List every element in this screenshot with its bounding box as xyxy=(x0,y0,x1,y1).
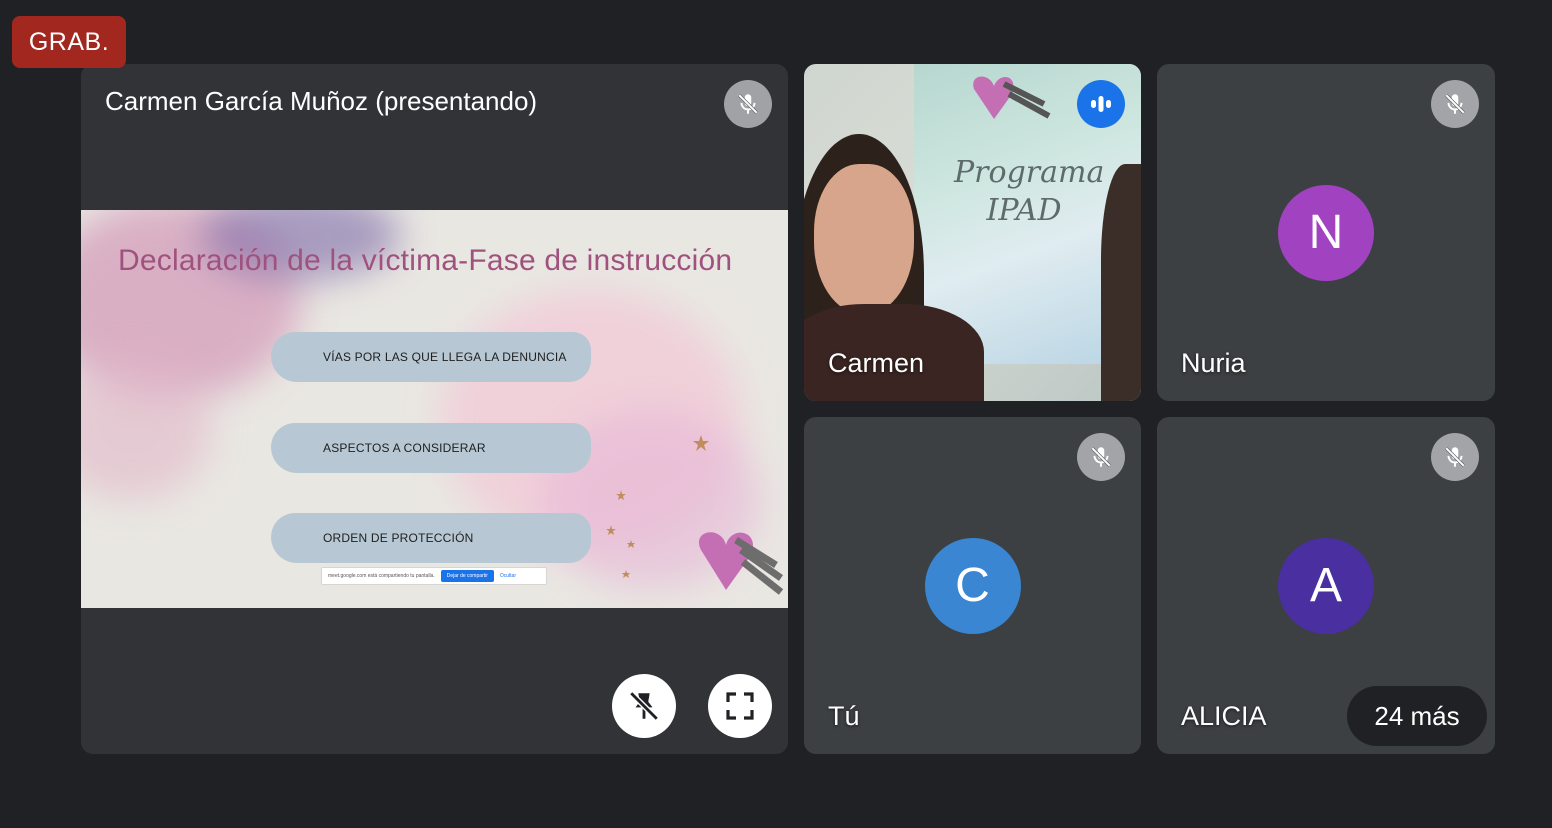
slide-title: Declaración de la víctima-Fase de instru… xyxy=(118,244,733,277)
share-message: meet.google.com está compartiendo tu pan… xyxy=(328,573,435,579)
avatar: C xyxy=(924,537,1021,634)
participant-tile-nuria[interactable]: N Nuria xyxy=(1157,64,1495,401)
slide-item: VÍAS POR LAS QUE LLEGA LA DENUNCIA xyxy=(271,332,591,382)
participant-name: Carmen xyxy=(828,348,925,378)
recording-badge: GRAB. xyxy=(12,16,126,68)
slide-item: ASPECTOS A CONSIDERAR xyxy=(271,423,591,473)
mic-off-icon xyxy=(1431,80,1479,128)
hide-button[interactable]: Ocultar xyxy=(500,573,516,579)
mic-off-icon xyxy=(1077,433,1125,481)
participant-tile-carmen[interactable]: Programa IPAD Carmen xyxy=(804,64,1141,401)
presenter-label: Carmen García Muñoz (presentando) xyxy=(105,86,538,116)
participant-name: ALICIA xyxy=(1181,701,1267,731)
more-participants-button[interactable]: 24 más xyxy=(1347,686,1487,746)
program-logo-icon xyxy=(973,76,1051,119)
side-person xyxy=(1101,164,1141,401)
fullscreen-button[interactable] xyxy=(708,674,772,738)
person-face xyxy=(814,164,914,314)
participant-name: Tú xyxy=(828,701,860,731)
mic-off-icon xyxy=(1431,433,1479,481)
presentation-tile[interactable]: Carmen García Muñoz (presentando) Declar… xyxy=(81,64,788,754)
participant-tile-self[interactable]: C Tú xyxy=(804,417,1141,754)
participant-tile-alicia[interactable]: A ALICIA 24 más xyxy=(1157,417,1495,754)
unpin-button[interactable] xyxy=(612,674,676,738)
audio-level-icon xyxy=(1077,80,1125,128)
share-notification-bar: meet.google.com está compartiendo tu pan… xyxy=(321,567,547,585)
poster-text: Programa IPAD xyxy=(954,155,1105,228)
avatar: N xyxy=(1278,184,1374,281)
stars-decoration-icon xyxy=(606,435,709,578)
avatar: A xyxy=(1278,537,1374,634)
mic-off-icon xyxy=(724,80,772,128)
slide-item: ORDEN DE PROTECCIÓN xyxy=(271,513,591,563)
participant-name: Nuria xyxy=(1181,348,1246,378)
fullscreen-icon xyxy=(726,692,754,720)
shared-slide: Declaración de la víctima-Fase de instru… xyxy=(81,210,788,608)
stop-sharing-button[interactable]: Dejar de compartir xyxy=(440,570,494,582)
pin-off-icon xyxy=(629,691,659,721)
meet-stage: GRAB. Carmen García Muñoz (presentando) … xyxy=(0,0,1552,828)
